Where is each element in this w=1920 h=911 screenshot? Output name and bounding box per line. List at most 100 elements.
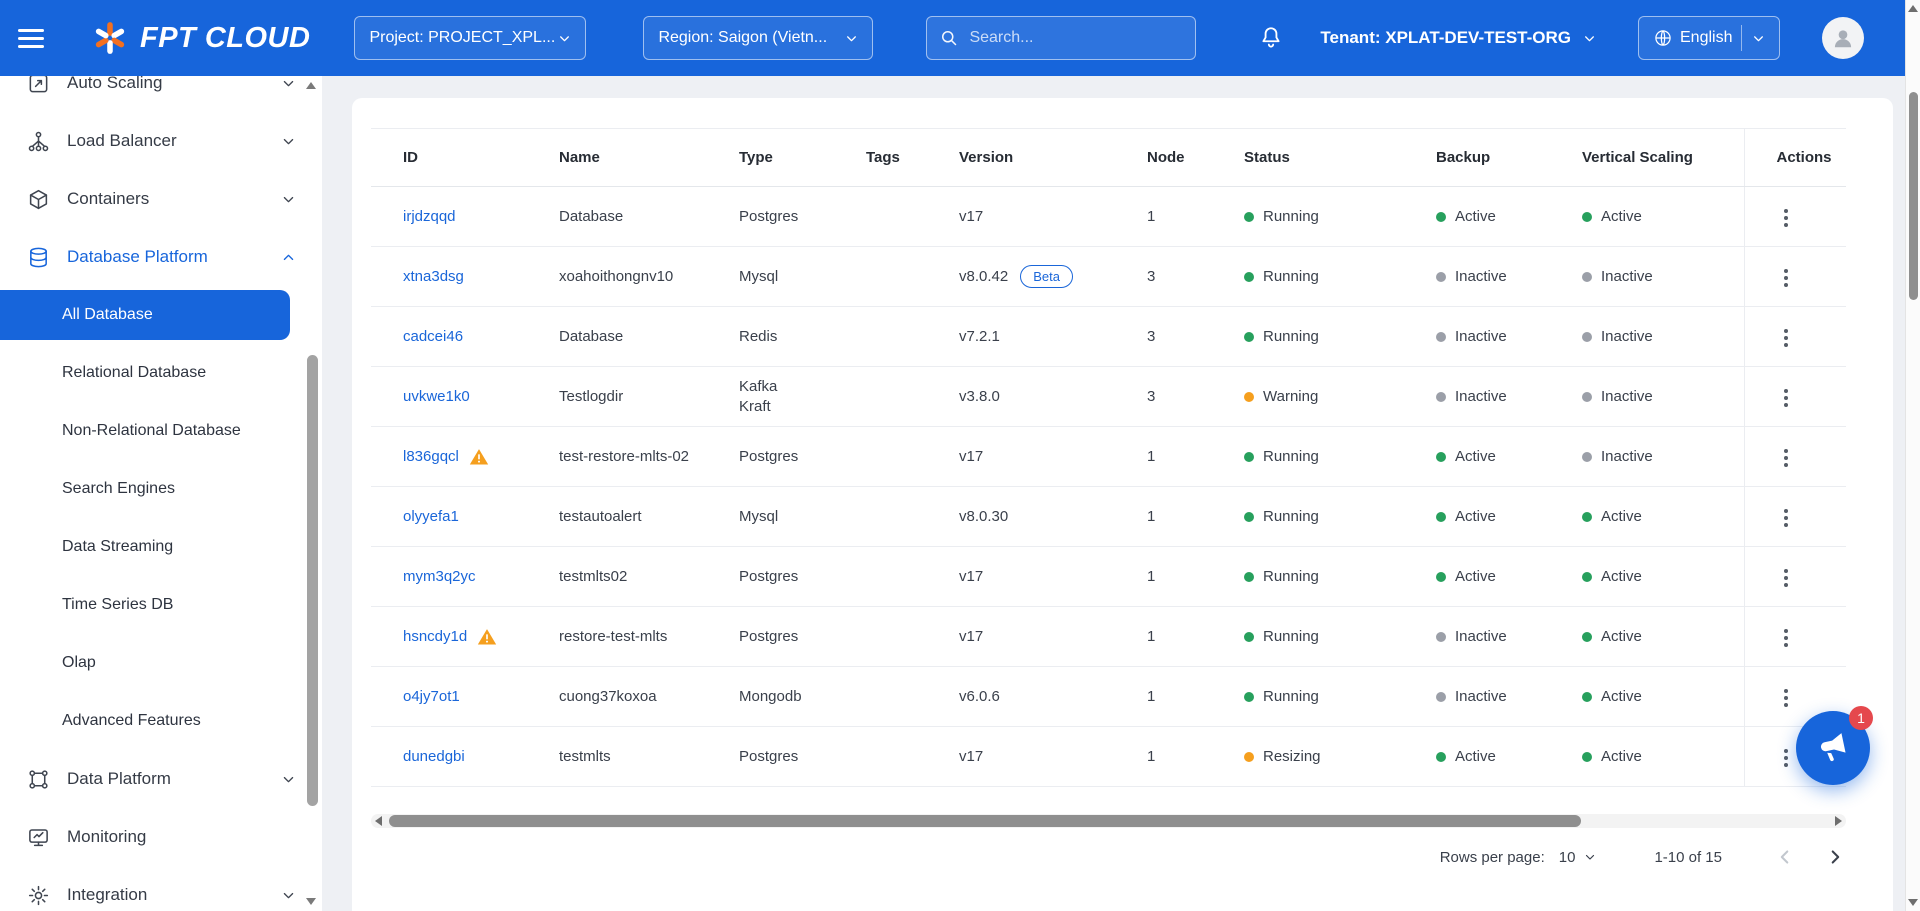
db-id-link[interactable]: dunedgbi xyxy=(403,748,465,765)
page-scroll-down-arrow[interactable] xyxy=(1908,899,1918,906)
db-id-link[interactable]: olyyefa1 xyxy=(403,508,459,525)
region-selector[interactable]: Region: Saigon (Vietn... xyxy=(643,16,873,60)
row-actions-button[interactable] xyxy=(1777,742,1795,774)
column-header-id: ID xyxy=(371,129,527,187)
sidebar-item-all-database[interactable]: All Database xyxy=(0,290,290,340)
row-actions-button[interactable] xyxy=(1777,202,1795,234)
backup-label: Inactive xyxy=(1455,268,1507,285)
db-tags xyxy=(834,727,927,787)
row-actions-button[interactable] xyxy=(1777,442,1795,474)
db-node: 3 xyxy=(1115,367,1212,427)
db-version: v17 xyxy=(959,748,983,765)
db-id-link[interactable]: l836gqcl xyxy=(403,448,459,465)
rows-per-page-label: Rows per page: xyxy=(1440,849,1545,866)
language-selector[interactable]: English xyxy=(1638,16,1780,60)
db-type: Redis xyxy=(707,307,834,367)
db-name: testmlts02 xyxy=(527,547,707,607)
db-type: Postgres xyxy=(707,727,834,787)
load-balancer-icon xyxy=(27,130,50,153)
menu-icon[interactable] xyxy=(18,23,52,53)
row-actions-button[interactable] xyxy=(1777,502,1795,534)
sidebar-scroll-down-arrow[interactable] xyxy=(306,898,316,905)
db-version: v8.0.30 xyxy=(959,508,1008,525)
page-scrollbar-thumb[interactable] xyxy=(1909,92,1918,300)
db-type: Postgres xyxy=(707,547,834,607)
row-actions-button[interactable] xyxy=(1777,322,1795,354)
sidebar-item-label: Database Platform xyxy=(67,247,208,267)
vertical-scaling-label: Active xyxy=(1601,508,1642,525)
db-node: 1 xyxy=(1115,187,1212,247)
next-page-button[interactable] xyxy=(1824,846,1846,868)
notifications-bell-icon[interactable] xyxy=(1258,25,1284,51)
backup-dot xyxy=(1436,572,1446,582)
sidebar-scrollbar-thumb[interactable] xyxy=(307,355,318,806)
sidebar-item-monitoring[interactable]: Monitoring xyxy=(0,808,322,866)
sidebar-item-time-series-db[interactable]: Time Series DB xyxy=(0,576,322,634)
db-id-link[interactable]: irjdzqqd xyxy=(403,208,456,225)
backup-label: Active xyxy=(1455,568,1496,585)
db-node: 1 xyxy=(1115,667,1212,727)
db-id-link[interactable]: o4jy7ot1 xyxy=(403,688,460,705)
status-label: Resizing xyxy=(1263,748,1321,765)
sidebar-item-data-platform[interactable]: Data Platform xyxy=(0,750,322,808)
backup-label: Active xyxy=(1455,508,1496,525)
chevron-down-icon xyxy=(558,32,571,45)
row-actions-button[interactable] xyxy=(1777,562,1795,594)
horizontal-scrollbar-thumb[interactable] xyxy=(389,815,1581,827)
db-tags xyxy=(834,187,927,247)
user-avatar[interactable] xyxy=(1822,17,1864,59)
backup-dot xyxy=(1436,392,1446,402)
vertical-scaling-dot xyxy=(1582,632,1592,642)
sidebar-scroll-up-arrow[interactable] xyxy=(306,82,316,89)
divider xyxy=(1741,25,1742,51)
scroll-right-arrow[interactable] xyxy=(1835,816,1842,826)
db-id-link[interactable]: uvkwe1k0 xyxy=(403,388,470,405)
row-actions-button[interactable] xyxy=(1777,262,1795,294)
tenant-selector[interactable]: Tenant: XPLAT-DEV-TEST-ORG xyxy=(1320,28,1596,48)
db-id-link[interactable]: hsncdy1d xyxy=(403,628,467,645)
page-scroll-up-arrow[interactable] xyxy=(1908,5,1918,12)
db-id-link[interactable]: cadcei46 xyxy=(403,328,463,345)
db-id-link[interactable]: xtna3dsg xyxy=(403,268,464,285)
announcements-fab[interactable]: 1 xyxy=(1796,711,1870,785)
sidebar-item-database-platform[interactable]: Database Platform xyxy=(0,228,322,286)
status-label: Running xyxy=(1263,448,1319,465)
globe-icon xyxy=(1653,28,1673,48)
sidebar-item-search-engines[interactable]: Search Engines xyxy=(0,460,322,518)
row-actions-button[interactable] xyxy=(1777,682,1795,714)
rows-per-page-select[interactable]: 10 xyxy=(1559,849,1597,866)
db-tags xyxy=(834,667,927,727)
sidebar-item-relational-database[interactable]: Relational Database xyxy=(0,344,322,402)
scroll-left-arrow[interactable] xyxy=(375,816,382,826)
status-dot xyxy=(1244,512,1254,522)
status-label: Warning xyxy=(1263,388,1318,405)
sidebar-subitem-label: All Database xyxy=(62,306,153,324)
db-node: 3 xyxy=(1115,247,1212,307)
status-dot xyxy=(1244,632,1254,642)
db-version: v17 xyxy=(959,568,983,585)
sidebar-item-advanced-features[interactable]: Advanced Features xyxy=(0,692,322,750)
sidebar-item-label: Containers xyxy=(67,189,149,209)
table-row: hsncdy1drestore-test-mltsPostgresv171Run… xyxy=(371,607,1846,667)
row-actions-button[interactable] xyxy=(1777,382,1795,414)
search-input[interactable] xyxy=(969,29,1183,47)
table-row: dunedgbitestmltsPostgresv171ResizingActi… xyxy=(371,727,1846,787)
sidebar-item-data-streaming[interactable]: Data Streaming xyxy=(0,518,322,576)
db-table-body: irjdzqqdDatabasePostgresv171RunningActiv… xyxy=(371,187,1846,787)
project-selector[interactable]: Project: PROJECT_XPL... xyxy=(354,16,586,60)
sidebar-item-auto-scaling[interactable]: Auto Scaling xyxy=(0,76,322,112)
sidebar-item-non-relational-database[interactable]: Non-Relational Database xyxy=(0,402,322,460)
chevron-down-icon xyxy=(281,192,296,207)
sidebar-item-olap[interactable]: Olap xyxy=(0,634,322,692)
db-id-link[interactable]: mym3q2yc xyxy=(403,568,476,585)
sidebar-nav: Auto Scaling Load Balancer Containers xyxy=(0,76,322,911)
vertical-scaling-label: Active xyxy=(1601,688,1642,705)
sidebar-subitem-label: Relational Database xyxy=(62,364,206,382)
database-table: IDNameTypeTagsVersionNodeStatusBackupVer… xyxy=(371,128,1846,787)
row-actions-button[interactable] xyxy=(1777,622,1795,654)
previous-page-button[interactable] xyxy=(1774,846,1796,868)
chevron-down-icon xyxy=(1583,32,1596,45)
sidebar-item-integration[interactable]: Integration xyxy=(0,866,322,911)
sidebar-item-load-balancer[interactable]: Load Balancer xyxy=(0,112,322,170)
sidebar-item-containers[interactable]: Containers xyxy=(0,170,322,228)
